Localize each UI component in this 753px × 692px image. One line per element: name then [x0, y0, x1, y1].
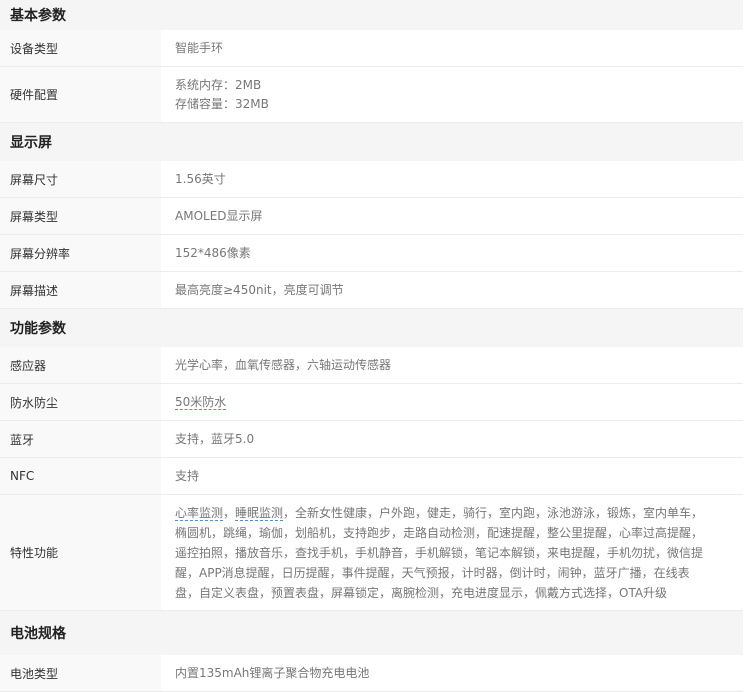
row-label: 设备类型	[0, 30, 161, 66]
heart-rate-link[interactable]: 心率监测	[175, 505, 224, 521]
section-title: 显示屏	[10, 135, 52, 151]
row-value: 50米防水	[161, 384, 743, 420]
row-value: AMOLED显示屏	[175, 208, 263, 223]
spec-table: 基本参数 设备类型 智能手环 硬件配置 系统内存：2MB 存储容量：32MB 显…	[0, 0, 743, 692]
features-line3: 遥控拍照，播放音乐，查找手机，手机静音，手机解锁，笔记本解锁，来电提醒，手机勿扰…	[175, 545, 704, 560]
row-value: 智能手环	[175, 40, 224, 55]
row-device-type: 设备类型 智能手环	[0, 30, 743, 67]
section-title: 电池规格	[10, 626, 66, 642]
section-battery: 电池规格	[0, 611, 743, 655]
row-value: 最高亮度≥450nit，亮度可调节	[175, 282, 344, 297]
row-value: 支持	[175, 468, 200, 483]
row-screen-type: 屏幕类型 AMOLED显示屏	[0, 198, 743, 235]
row-label: 屏幕类型	[0, 198, 161, 234]
section-display: 显示屏	[0, 123, 743, 161]
row-label: 屏幕描述	[0, 272, 161, 308]
row-value: 152*486像素	[175, 245, 251, 260]
hardware-ram: 系统内存：2MB	[175, 77, 262, 92]
row-screen-desc: 屏幕描述 最高亮度≥450nit，亮度可调节	[0, 272, 743, 309]
row-label: 蓝牙	[0, 421, 161, 457]
section-title: 功能参数	[10, 321, 66, 337]
section-function: 功能参数	[0, 309, 743, 347]
features-line5: 盘，自定义表盘，预置表盘，屏幕锁定，离腕检测，充电进度显示，佩戴方式选择，OTA…	[175, 585, 668, 600]
row-label: 屏幕分辨率	[0, 235, 161, 271]
waterproof-link[interactable]: 50米防水	[175, 394, 227, 410]
features-separator: ，	[223, 505, 236, 520]
row-label: 屏幕尺寸	[0, 161, 161, 197]
row-hardware: 硬件配置 系统内存：2MB 存储容量：32MB	[0, 67, 743, 123]
row-sensor: 感应器 光学心率，血氧传感器，六轴运动传感器	[0, 347, 743, 384]
hardware-storage: 存储容量：32MB	[175, 96, 269, 111]
row-label: 感应器	[0, 347, 161, 383]
row-label: 电池类型	[0, 655, 161, 691]
row-screen-resolution: 屏幕分辨率 152*486像素	[0, 235, 743, 272]
sleep-link[interactable]: 睡眠监测	[235, 505, 284, 521]
row-label: NFC	[0, 458, 161, 494]
row-nfc: NFC 支持	[0, 458, 743, 495]
row-label: 特性功能	[0, 495, 161, 610]
row-value: 心率监测，睡眠监测，全新女性健康，户外跑，健走，骑行，室内跑，泳池游泳，锻炼，室…	[161, 495, 743, 610]
features-line4: 醒，APP消息提醒，日历提醒，事件提醒，天气预报，计时器，倒计时，闹钟，蓝牙广播…	[175, 565, 690, 580]
row-screen-size: 屏幕尺寸 1.56英寸	[0, 161, 743, 198]
row-bluetooth: 蓝牙 支持，蓝牙5.0	[0, 421, 743, 458]
section-title: 基本参数	[10, 8, 66, 24]
row-value: 内置135mAh锂离子聚合物充电电池	[175, 665, 370, 680]
row-waterproof: 防水防尘 50米防水	[0, 384, 743, 421]
features-line1: ，全新女性健康，户外跑，健走，骑行，室内跑，泳池游泳，锻炼，室内单车，	[283, 505, 704, 520]
row-label: 防水防尘	[0, 384, 161, 420]
row-value: 光学心率，血氧传感器，六轴运动传感器	[175, 357, 392, 372]
features-line2: 椭圆机，跳绳，瑜伽，划船机，支持跑步，走路自动检测，配速提醒，整公里提醒，心率过…	[175, 525, 704, 540]
row-features: 特性功能 心率监测，睡眠监测，全新女性健康，户外跑，健走，骑行，室内跑，泳池游泳…	[0, 495, 743, 611]
row-value: 1.56英寸	[175, 171, 226, 186]
row-value: 系统内存：2MB 存储容量：32MB	[161, 67, 743, 122]
row-label: 硬件配置	[0, 67, 161, 122]
row-value: 支持，蓝牙5.0	[175, 431, 255, 446]
section-basic: 基本参数	[0, 0, 743, 30]
